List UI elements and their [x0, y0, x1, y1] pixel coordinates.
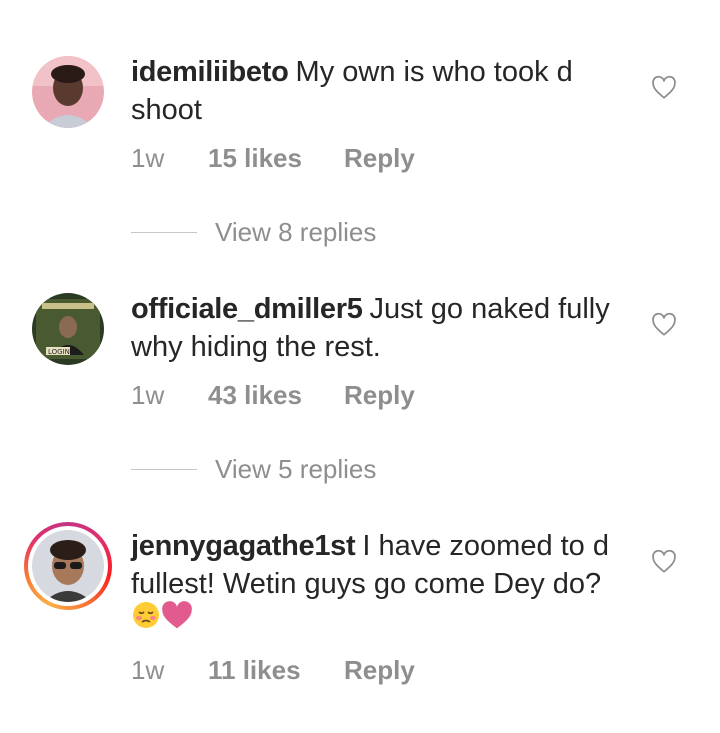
partially-visible-row	[131, 726, 381, 733]
heart-icon[interactable]	[651, 312, 677, 338]
divider-line	[131, 469, 197, 470]
reply-button[interactable]: Reply	[344, 653, 415, 687]
avatar[interactable]	[32, 56, 104, 128]
comment-time: 1w	[131, 380, 165, 410]
avatar	[32, 530, 104, 602]
view-replies-label[interactable]: View 8 replies	[215, 215, 376, 249]
svg-text:LOGIN: LOGIN	[48, 348, 70, 356]
story-ring[interactable]	[24, 522, 112, 610]
heart-icon[interactable]	[651, 549, 677, 575]
divider-line	[131, 232, 197, 233]
comment-time: 1w	[131, 655, 165, 685]
likes-count[interactable]: 11 likes	[208, 653, 301, 687]
comment-text: officiale_dmiller5 Just go naked fully wh…	[131, 290, 631, 366]
avatar[interactable]: LOGIN	[32, 293, 104, 365]
comment-text: idemiliibeto My own is who took d shoot	[131, 53, 631, 129]
likes-count[interactable]: 15 likes	[208, 141, 302, 175]
reply-button[interactable]: Reply	[344, 378, 415, 412]
flushed-face-emoji	[131, 600, 161, 640]
comment-username[interactable]: idemiliibeto	[131, 56, 289, 88]
heart-icon[interactable]	[651, 75, 677, 101]
comment-text: jennygagathe1st I have zoomed to d fulles…	[131, 527, 631, 641]
comment-username[interactable]: jennygagathe1st	[131, 530, 356, 562]
comment-time: 1w	[131, 143, 165, 173]
view-replies-label[interactable]: View 5 replies	[215, 452, 376, 486]
story-ring-gap	[28, 526, 108, 606]
reply-button[interactable]: Reply	[344, 141, 415, 175]
pink-heart-emoji	[161, 600, 193, 640]
comment-username[interactable]: officiale_dmiller5	[131, 293, 363, 325]
likes-count[interactable]: 43 likes	[208, 378, 302, 412]
